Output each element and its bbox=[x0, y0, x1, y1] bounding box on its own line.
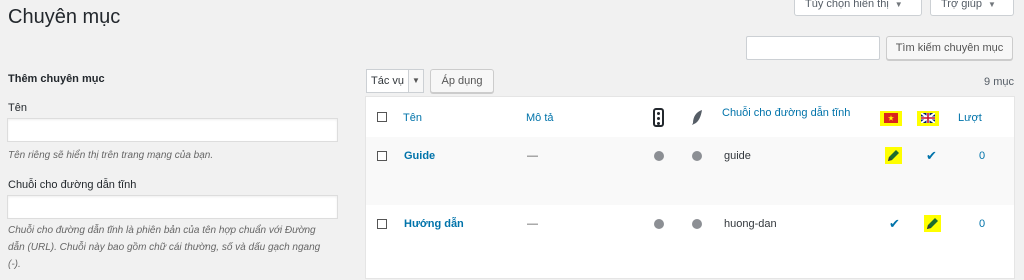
column-name[interactable]: Tên bbox=[403, 112, 422, 124]
item-count: 9 mục bbox=[984, 76, 1014, 88]
table-row: Hướng dẫn — huong-dan ✔ 0 bbox=[366, 205, 1014, 280]
edit-pencil-icon[interactable] bbox=[886, 148, 901, 163]
slug-hint-line-1: Chuỗi cho đường dẫn tĩnh là phiên bản củ… bbox=[8, 225, 316, 236]
vietnam-flag-icon[interactable] bbox=[884, 113, 898, 123]
traffic-light-icon bbox=[653, 108, 664, 127]
category-description: — bbox=[527, 150, 538, 162]
slug-hint-line-2: dẫn (URL). Chuỗi này bao gồm chữ cái thư… bbox=[8, 242, 321, 253]
row-checkbox[interactable] bbox=[377, 219, 387, 229]
apply-button[interactable]: Áp dụng bbox=[430, 69, 494, 93]
name-label: Tên bbox=[8, 102, 27, 114]
categories-table: Tên Mô tả Chuỗi cho đường dẫn tĩnh Lượt … bbox=[365, 96, 1015, 279]
row-checkbox[interactable] bbox=[377, 151, 387, 161]
slug-label: Chuỗi cho đường dẫn tĩnh bbox=[8, 179, 137, 191]
add-category-heading: Thêm chuyên mục bbox=[8, 73, 105, 85]
column-description[interactable]: Mô tả bbox=[526, 112, 554, 124]
status-dot-icon bbox=[654, 219, 664, 229]
column-slug[interactable]: Chuỗi cho đường dẫn tĩnh bbox=[722, 107, 850, 119]
search-input[interactable] bbox=[746, 36, 880, 60]
slug-hint-line-3: (-). bbox=[8, 259, 21, 270]
uk-flag-icon[interactable] bbox=[921, 113, 935, 123]
screen-options-button[interactable]: Tùy chọn hiển thị ▼ bbox=[794, 0, 922, 16]
column-count[interactable]: Lượt bbox=[958, 112, 982, 124]
category-name-link[interactable]: Hướng dẫn bbox=[404, 218, 464, 230]
post-count-link[interactable]: 0 bbox=[979, 150, 985, 162]
page-title: Chuyên mục bbox=[8, 6, 121, 28]
feather-icon bbox=[692, 110, 702, 125]
caret-down-icon: ▼ bbox=[988, 0, 996, 9]
name-field[interactable] bbox=[7, 118, 338, 142]
slug-field[interactable] bbox=[7, 195, 338, 219]
category-slug: guide bbox=[724, 150, 751, 162]
status-dot-icon bbox=[692, 151, 702, 161]
chevron-down-icon: ▼ bbox=[408, 70, 423, 92]
post-count-link[interactable]: 0 bbox=[979, 218, 985, 230]
search-categories-button[interactable]: Tìm kiếm chuyên mục bbox=[886, 36, 1013, 60]
table-header: Tên Mô tả Chuỗi cho đường dẫn tĩnh Lượt bbox=[366, 97, 1014, 138]
caret-down-icon: ▼ bbox=[894, 0, 903, 9]
edit-pencil-icon[interactable] bbox=[925, 216, 940, 231]
check-icon[interactable]: ✔ bbox=[926, 148, 937, 164]
help-button[interactable]: Trợ giúp ▼ bbox=[930, 0, 1014, 16]
category-name-link[interactable]: Guide bbox=[404, 150, 435, 162]
status-dot-icon bbox=[654, 151, 664, 161]
category-description: — bbox=[527, 218, 538, 230]
bulk-action-value: Tác vụ bbox=[371, 75, 405, 87]
screen-options-label: Tùy chọn hiển thị bbox=[805, 0, 889, 10]
category-slug: huong-dan bbox=[724, 218, 777, 230]
help-label: Trợ giúp bbox=[941, 0, 983, 10]
status-dot-icon bbox=[692, 219, 702, 229]
select-all-checkbox[interactable] bbox=[377, 112, 387, 122]
name-hint: Tên riêng sẽ hiển thị trên trang mạng củ… bbox=[8, 150, 214, 161]
bulk-action-select[interactable]: Tác vụ ▼ bbox=[366, 69, 424, 93]
table-row: Guide — guide ✔ 0 bbox=[366, 137, 1014, 205]
check-icon[interactable]: ✔ bbox=[889, 216, 900, 232]
